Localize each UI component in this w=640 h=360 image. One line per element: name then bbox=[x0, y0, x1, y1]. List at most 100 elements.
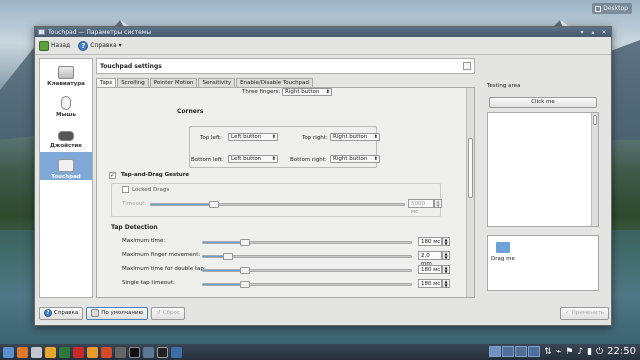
tab-sensitivity[interactable]: Sensitivity bbox=[198, 78, 236, 87]
files-icon[interactable] bbox=[45, 346, 56, 358]
chromium-icon[interactable] bbox=[31, 346, 42, 358]
tab-scrolling[interactable]: Scrolling bbox=[117, 78, 149, 87]
single-tap-spinbox[interactable]: 180 мс ▲ ▼ bbox=[418, 279, 450, 288]
maximize-icon[interactable]: ▴ bbox=[589, 29, 597, 36]
tab-scrollbar[interactable] bbox=[466, 88, 474, 297]
category-sidebar: Клавиатура Мышь Джойстик Touchpad bbox=[39, 58, 93, 298]
top-left-select[interactable]: Left button bbox=[228, 133, 278, 141]
app-launcher-icon[interactable] bbox=[3, 346, 14, 358]
testing-area[interactable] bbox=[487, 112, 599, 227]
steam-icon[interactable] bbox=[115, 346, 126, 358]
drag-area[interactable]: Drag me bbox=[487, 235, 599, 291]
desktop-button[interactable]: Desktop bbox=[592, 3, 632, 14]
spin-arrows-icon[interactable]: ▲ ▼ bbox=[442, 279, 450, 288]
power-icon[interactable]: ⏻ bbox=[596, 347, 603, 357]
tab-pointer-motion[interactable]: Pointer Motion bbox=[149, 78, 198, 87]
flag-icon[interactable]: ⚑ bbox=[565, 347, 573, 357]
back-button[interactable]: Назад bbox=[39, 40, 70, 51]
testing-area-title: Testing area bbox=[487, 83, 521, 89]
help-button[interactable]: ? Справка bbox=[39, 306, 84, 320]
slider-knob[interactable] bbox=[239, 267, 250, 274]
titlebar[interactable]: Touchpad — Параметры системы ▾ ▴ ✕ bbox=[35, 27, 611, 37]
workspace-2[interactable] bbox=[502, 346, 515, 357]
tab-taps[interactable]: Taps bbox=[96, 78, 117, 87]
timeout-spinbox[interactable]: 5000 мс ▲ ▼ bbox=[408, 199, 442, 215]
timeout-slider[interactable] bbox=[150, 201, 405, 208]
settings-window: Touchpad — Параметры системы ▾ ▴ ✕ Назад… bbox=[34, 26, 612, 326]
checkmark-icon: ✓ bbox=[565, 310, 570, 316]
vlc-icon[interactable] bbox=[87, 346, 98, 358]
testing-scrollbar[interactable] bbox=[591, 113, 598, 226]
workspace-pager[interactable] bbox=[489, 346, 541, 357]
scrollbar-thumb[interactable] bbox=[468, 138, 473, 198]
slider-fill bbox=[203, 284, 245, 285]
top-right-select[interactable]: Right button bbox=[330, 133, 380, 141]
click-me-button[interactable]: Click me bbox=[489, 97, 597, 108]
bottom-right-label: Bottom right: bbox=[290, 157, 327, 163]
scrollbar-thumb[interactable] bbox=[593, 115, 597, 125]
window-touchpad-task-icon[interactable] bbox=[143, 346, 154, 358]
firefox-icon[interactable] bbox=[17, 346, 28, 358]
terminal-green-icon[interactable] bbox=[59, 346, 70, 358]
apply-button[interactable]: ✓ Применить bbox=[560, 306, 609, 320]
spin-arrows-icon[interactable]: ▲ ▼ bbox=[442, 251, 450, 260]
desktop-icon bbox=[595, 5, 602, 12]
corners-title: Corners bbox=[177, 108, 204, 115]
reset-button[interactable]: ↺ Сброс bbox=[151, 306, 185, 320]
apply-button-label: Применить bbox=[571, 310, 604, 316]
spin-arrows-icon[interactable]: ▲ ▼ bbox=[434, 199, 442, 208]
spin-arrows-icon[interactable]: ▲ ▼ bbox=[442, 237, 450, 246]
workspace-3[interactable] bbox=[515, 346, 528, 357]
locked-drags-label: Locked Drags bbox=[132, 187, 170, 193]
terminal-icon[interactable] bbox=[157, 346, 168, 358]
testing-panel: Testing area Click me Drag me bbox=[487, 83, 605, 303]
three-fingers-select[interactable]: Right button bbox=[282, 88, 332, 96]
usb-icon[interactable]: ⌁ bbox=[556, 347, 561, 357]
slider-knob[interactable] bbox=[222, 253, 233, 260]
workspace-4[interactable] bbox=[528, 346, 541, 357]
slider-knob[interactable] bbox=[239, 281, 250, 288]
panel-header-checkbox[interactable] bbox=[463, 62, 471, 70]
bottom-left-select[interactable]: Left button bbox=[228, 155, 278, 163]
battery-icon[interactable]: ▮ bbox=[587, 347, 592, 357]
back-arrow-icon bbox=[39, 40, 49, 51]
max-time-slider[interactable] bbox=[202, 239, 412, 246]
sidebar-item-mouse[interactable]: Мышь bbox=[40, 90, 92, 118]
reset-button-label: Сброс bbox=[162, 310, 180, 316]
slider-knob[interactable] bbox=[209, 201, 220, 208]
spin-arrows-icon[interactable]: ▲ ▼ bbox=[442, 265, 450, 274]
network-icon[interactable]: ⇅ bbox=[544, 347, 552, 357]
sidebar-item-keyboard[interactable]: Клавиатура bbox=[40, 59, 92, 87]
double-tap-slider[interactable] bbox=[202, 267, 412, 274]
tab-enable-disable[interactable]: Enable/Disable Touchpad bbox=[236, 78, 314, 87]
volume-icon[interactable]: ♪ bbox=[577, 347, 583, 357]
slider-knob[interactable] bbox=[239, 239, 250, 246]
sidebar-item-touchpad[interactable]: Touchpad bbox=[40, 152, 92, 180]
f-app-icon[interactable] bbox=[129, 346, 140, 358]
panel-header: Touchpad settings bbox=[96, 58, 475, 74]
double-tap-spinbox[interactable]: 180 мс ▲ ▼ bbox=[418, 265, 450, 274]
sidebar-item-label: Мышь bbox=[56, 112, 76, 118]
clock[interactable]: 22:50 bbox=[607, 346, 636, 357]
help-button-label: Справка bbox=[54, 310, 79, 316]
help-label: Справка bbox=[90, 42, 117, 49]
locked-drags-checkbox[interactable] bbox=[122, 186, 129, 193]
max-move-spinbox[interactable]: 2,0 mm ▲ ▼ bbox=[418, 251, 450, 267]
help-menu-button[interactable]: ? Справка ▾ bbox=[78, 40, 122, 51]
mouse-icon bbox=[61, 96, 71, 110]
minimize-icon[interactable]: ▾ bbox=[578, 29, 586, 36]
tap-drag-checkbox[interactable]: ✓ bbox=[109, 172, 116, 179]
workspace-1[interactable] bbox=[489, 346, 502, 357]
folder-icon[interactable] bbox=[496, 242, 510, 253]
media-icon[interactable] bbox=[101, 346, 112, 358]
opera-icon[interactable] bbox=[73, 346, 84, 358]
sidebar-item-joystick[interactable]: Джойстик bbox=[40, 121, 92, 149]
main-panel: Touchpad settings Taps Scrolling Pointer… bbox=[96, 58, 475, 298]
max-time-spinbox[interactable]: 180 мс ▲ ▼ bbox=[418, 237, 450, 246]
defaults-button[interactable]: По умолчанию bbox=[86, 306, 149, 320]
screenshot-icon[interactable] bbox=[171, 346, 182, 358]
max-move-slider[interactable] bbox=[202, 253, 412, 260]
bottom-right-select[interactable]: Right button bbox=[330, 155, 380, 163]
close-icon[interactable]: ✕ bbox=[600, 29, 608, 36]
single-tap-slider[interactable] bbox=[202, 281, 412, 288]
